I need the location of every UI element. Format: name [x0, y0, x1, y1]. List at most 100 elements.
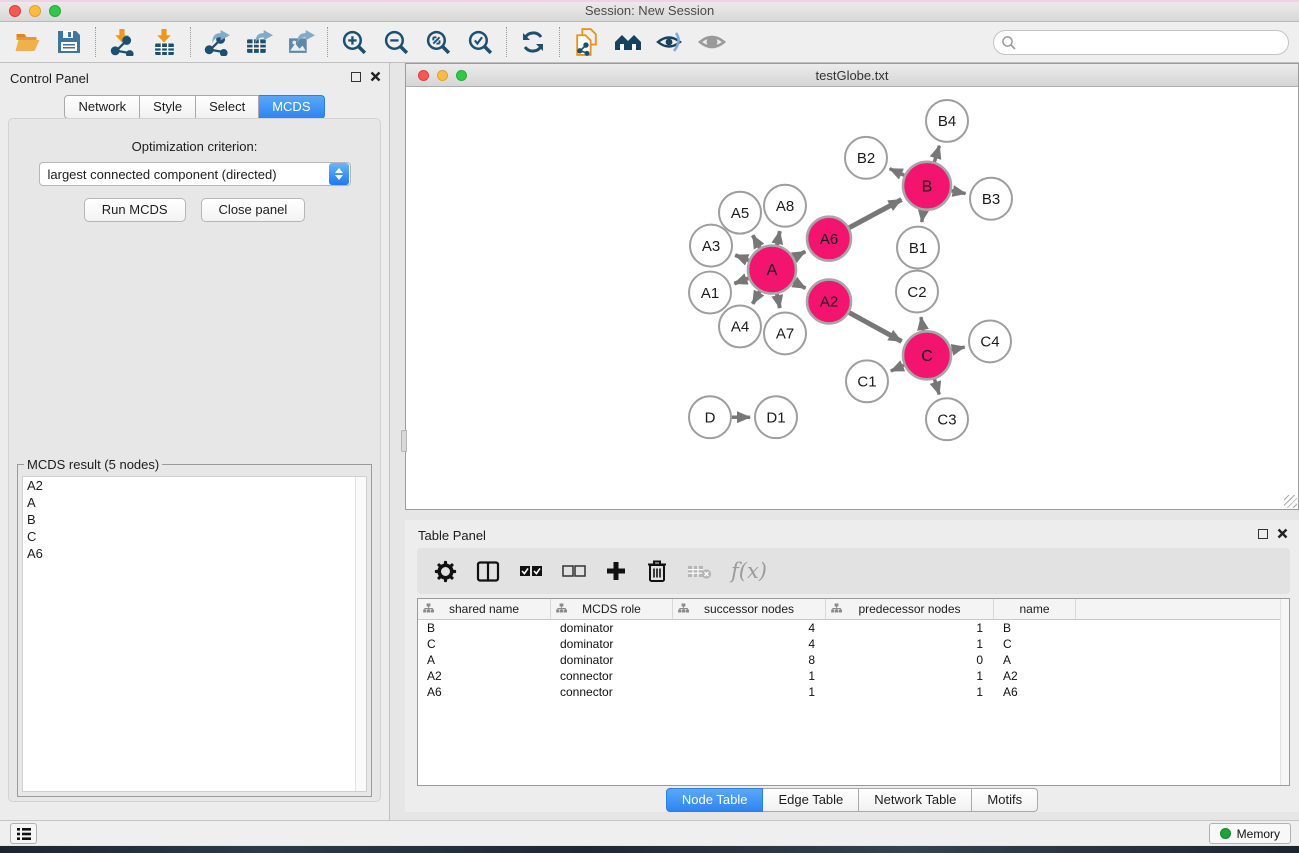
- table-cell[interactable]: C: [994, 636, 1076, 652]
- save-session-button[interactable]: [52, 25, 86, 59]
- edge-C-C4[interactable]: [951, 347, 964, 350]
- node-D[interactable]: D: [689, 396, 731, 438]
- network-canvas[interactable]: AA1A2A3A4A5A6A7A8BB1B2B3B4CC1C2C3C4DD1: [406, 87, 1298, 509]
- table-scrollbar[interactable]: [1280, 599, 1289, 785]
- table-row[interactable]: Adominator80A: [418, 652, 1289, 668]
- column-header-MCDS-role[interactable]: MCDS role: [551, 599, 673, 619]
- node-B3[interactable]: B3: [970, 178, 1012, 220]
- node-B1[interactable]: B1: [897, 227, 939, 269]
- function-builder-button[interactable]: f(x): [731, 559, 767, 583]
- mcds-result-item[interactable]: A6: [23, 545, 366, 562]
- edge-A2-C[interactable]: [849, 313, 901, 342]
- node-A7[interactable]: A7: [764, 312, 806, 354]
- edge-C-C1[interactable]: [891, 365, 904, 371]
- tab-edge-table[interactable]: Edge Table: [763, 788, 859, 812]
- edge-A-A8[interactable]: [777, 231, 780, 245]
- close-panel-icon[interactable]: [370, 71, 381, 82]
- table-row[interactable]: A6connector11A6: [418, 684, 1289, 700]
- table-cell[interactable]: C: [418, 636, 551, 652]
- mcds-result-list[interactable]: A2ABCA6: [22, 476, 367, 792]
- mcds-result-item[interactable]: C: [23, 528, 366, 545]
- task-history-button[interactable]: [10, 823, 37, 844]
- table-row[interactable]: A2connector11A2: [418, 668, 1289, 684]
- table-mode-button[interactable]: [434, 560, 457, 583]
- node-A4[interactable]: A4: [719, 305, 761, 347]
- table-cell[interactable]: dominator: [551, 620, 673, 636]
- search-input[interactable]: [1017, 33, 1288, 53]
- edge-B-B1[interactable]: [922, 210, 924, 222]
- select-all-button[interactable]: [519, 564, 543, 578]
- import-table-button[interactable]: [147, 25, 181, 59]
- export-image-button[interactable]: [284, 25, 318, 59]
- edge-A-A5[interactable]: [753, 235, 760, 247]
- table-cell[interactable]: connector: [551, 684, 673, 700]
- mcds-result-item[interactable]: B: [23, 511, 366, 528]
- tab-motifs[interactable]: Motifs: [972, 788, 1038, 812]
- table-cell[interactable]: A2: [418, 668, 551, 684]
- search-box[interactable]: [993, 30, 1289, 55]
- delete-table-button[interactable]: [687, 563, 712, 580]
- table-cell[interactable]: B: [418, 620, 551, 636]
- node-A1[interactable]: A1: [689, 272, 731, 314]
- table-cell[interactable]: 1: [673, 668, 826, 684]
- optimization-criterion-select[interactable]: largest connected component (directed): [39, 162, 351, 186]
- node-B2[interactable]: B2: [845, 137, 887, 179]
- node-A6[interactable]: A6: [807, 217, 851, 261]
- edge-B-B2[interactable]: [890, 169, 905, 176]
- apply-layout-button[interactable]: [516, 25, 550, 59]
- node-B[interactable]: B: [903, 162, 951, 210]
- close-panel-button[interactable]: Close panel: [201, 198, 306, 222]
- resize-grip-icon[interactable]: [1284, 495, 1297, 508]
- mcds-list-scrollbar[interactable]: [355, 477, 366, 791]
- table-cell[interactable]: connector: [551, 668, 673, 684]
- edge-B-B4[interactable]: [934, 146, 939, 162]
- float-table-panel-icon[interactable]: [1258, 529, 1268, 539]
- table-cell[interactable]: dominator: [551, 652, 673, 668]
- table-cell[interactable]: 1: [826, 684, 994, 700]
- table-cell[interactable]: A6: [418, 684, 551, 700]
- table-cell[interactable]: 1: [826, 620, 994, 636]
- close-table-panel-icon[interactable]: [1277, 528, 1288, 539]
- edge-A6-B[interactable]: [849, 200, 901, 228]
- float-panel-icon[interactable]: [351, 72, 361, 82]
- export-table-button[interactable]: [242, 25, 276, 59]
- edge-A-A2[interactable]: [794, 282, 806, 289]
- edge-A-A3[interactable]: [735, 255, 749, 260]
- import-network-button[interactable]: [105, 25, 139, 59]
- table-row[interactable]: Bdominator41B: [418, 620, 1289, 636]
- hide-panels-button[interactable]: [653, 25, 687, 59]
- table-cell[interactable]: A: [418, 652, 551, 668]
- node-C3[interactable]: C3: [926, 398, 968, 440]
- column-header-name[interactable]: name: [994, 599, 1076, 619]
- table-cell[interactable]: 1: [826, 668, 994, 684]
- node-A8[interactable]: A8: [764, 185, 806, 227]
- column-header-successor-nodes[interactable]: successor nodes: [673, 599, 826, 619]
- table-cell[interactable]: 1: [673, 684, 826, 700]
- edge-B-B3[interactable]: [951, 191, 965, 194]
- table-cell[interactable]: A6: [994, 684, 1076, 700]
- node-C[interactable]: C: [903, 331, 951, 379]
- tab-select[interactable]: Select: [196, 95, 259, 119]
- zoom-selected-button[interactable]: [463, 25, 497, 59]
- edge-C-C2[interactable]: [921, 317, 923, 331]
- splitter-handle[interactable]: [401, 430, 407, 452]
- node-B4[interactable]: B4: [926, 100, 968, 142]
- mcds-result-item[interactable]: A: [23, 494, 366, 511]
- mcds-result-item[interactable]: A2: [23, 477, 366, 494]
- tab-node-table[interactable]: Node Table: [666, 788, 764, 812]
- edge-A-A6[interactable]: [794, 252, 805, 258]
- home-view-button[interactable]: [611, 25, 645, 59]
- tab-network-table[interactable]: Network Table: [859, 788, 972, 812]
- table-cell[interactable]: 4: [673, 620, 826, 636]
- table-cell[interactable]: B: [994, 620, 1076, 636]
- app-titlebar[interactable]: Session: New Session: [0, 0, 1299, 22]
- table-cell[interactable]: A: [994, 652, 1076, 668]
- table-cell[interactable]: A2: [994, 668, 1076, 684]
- node-A5[interactable]: A5: [719, 192, 761, 234]
- run-mcds-button[interactable]: Run MCDS: [84, 198, 186, 222]
- show-eye-button[interactable]: [695, 25, 729, 59]
- node-A3[interactable]: A3: [690, 225, 732, 267]
- node-C2[interactable]: C2: [896, 271, 938, 313]
- create-column-button[interactable]: [605, 560, 627, 582]
- delete-columns-button[interactable]: [646, 559, 668, 583]
